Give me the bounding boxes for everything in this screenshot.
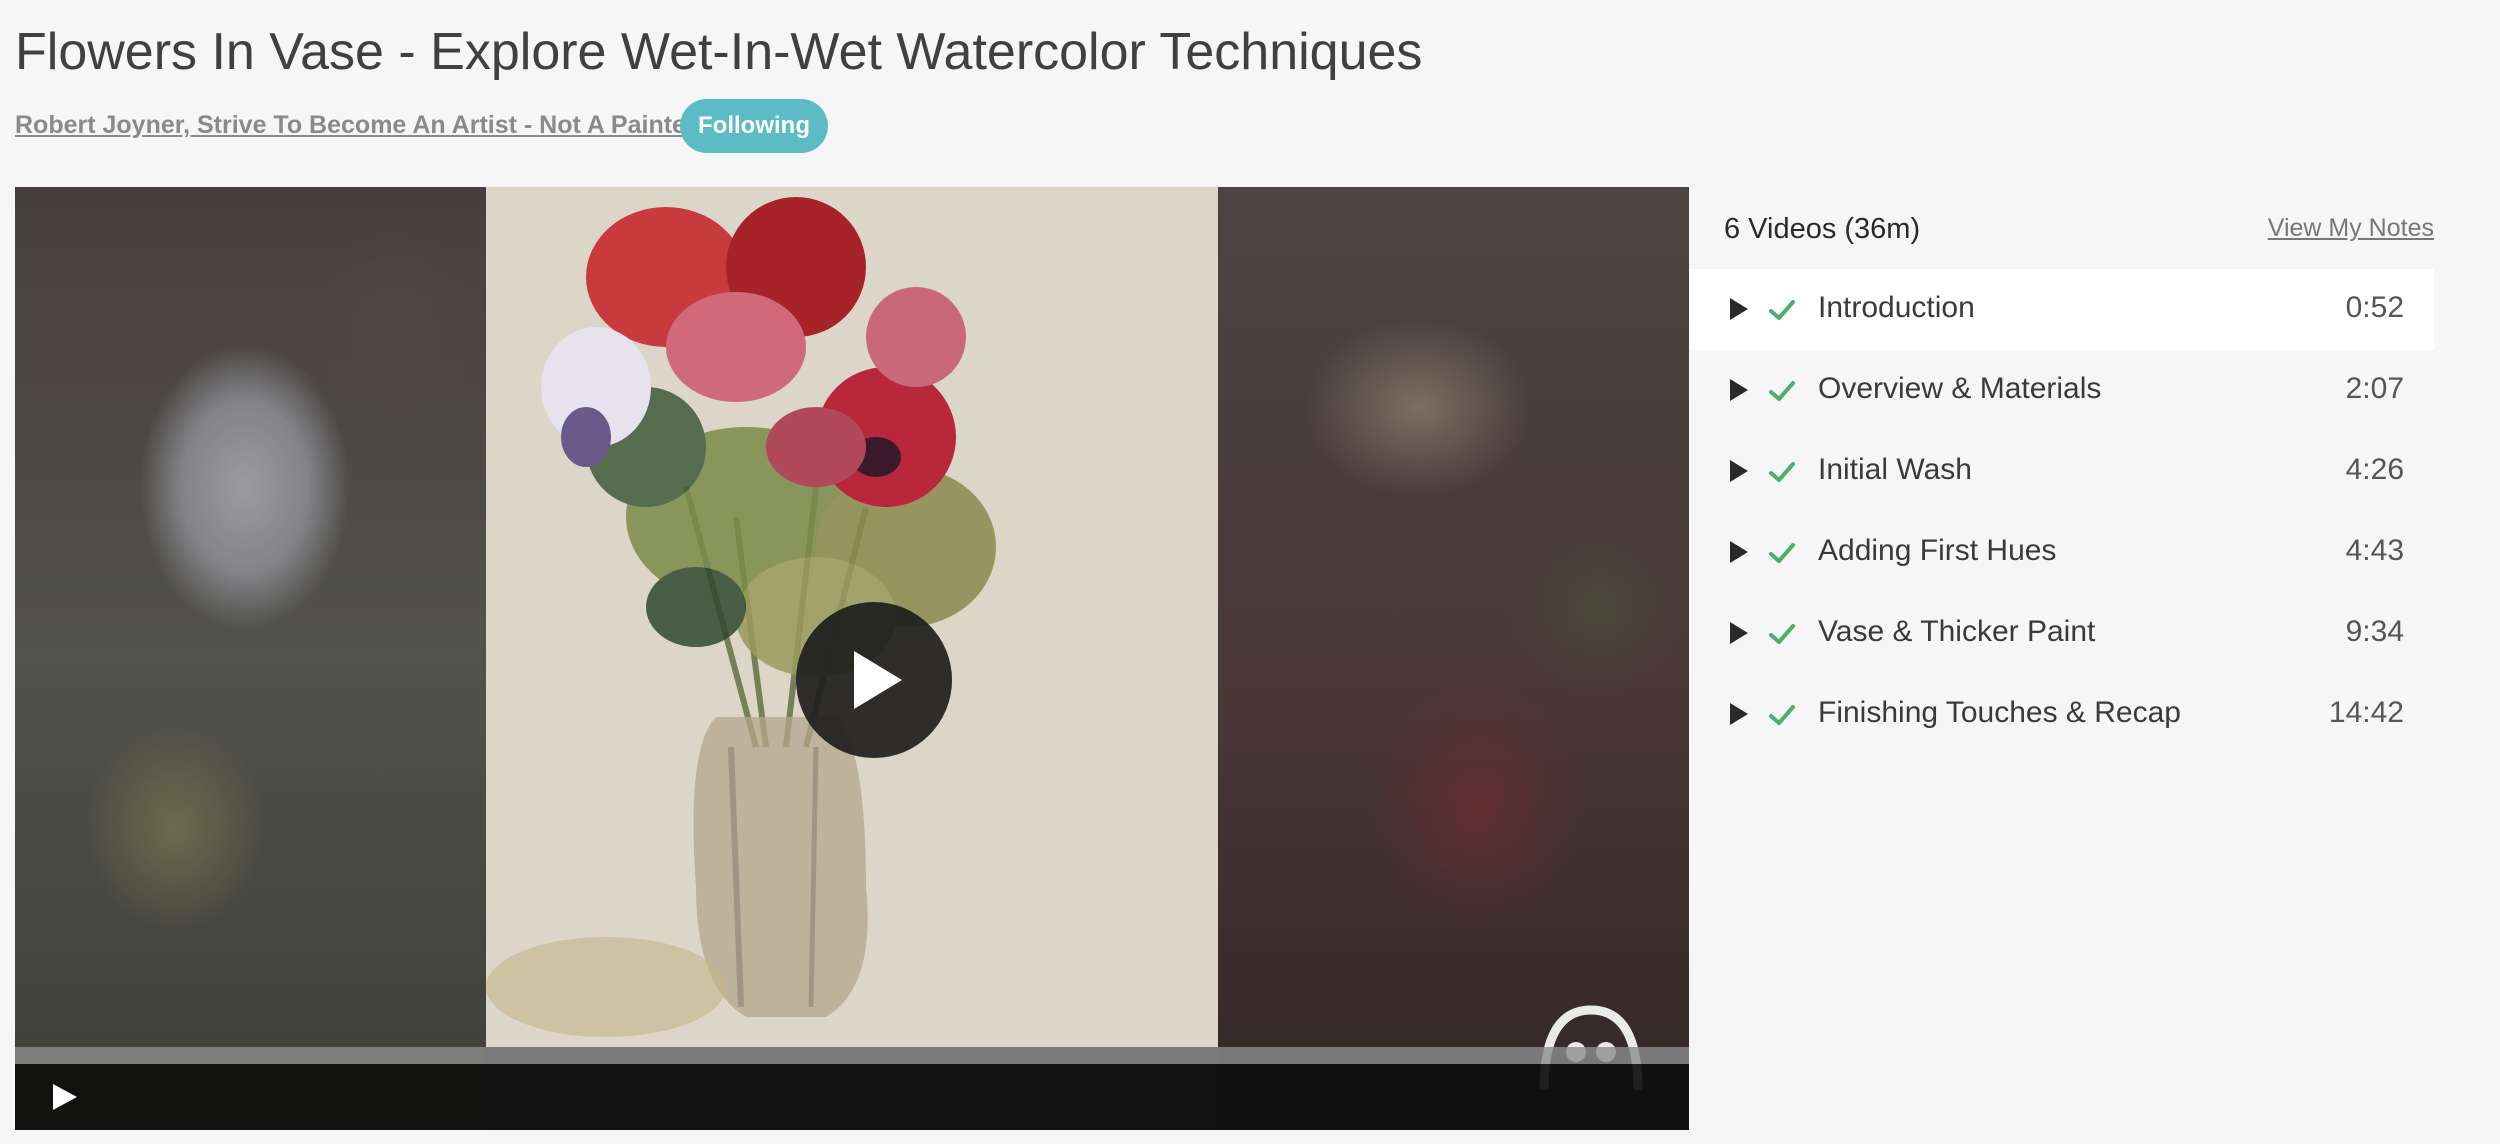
play-icon (1730, 379, 1748, 401)
lesson-duration: 4:26 (2345, 453, 2404, 486)
check-icon (1769, 624, 1795, 644)
lesson-item[interactable]: Finishing Touches & Recap 14:42 (1689, 674, 2434, 755)
sidebar-header: 6 Videos (36m) View My Notes (1689, 187, 2434, 269)
check-icon (1769, 705, 1795, 725)
video-blur-right (1218, 187, 1689, 1130)
play-icon (1730, 541, 1748, 563)
check-icon (1769, 300, 1795, 320)
lesson-sidebar: 6 Videos (36m) View My Notes Introductio… (1689, 187, 2434, 755)
lesson-item[interactable]: Overview & Materials 2:07 (1689, 350, 2434, 431)
big-play-button[interactable] (796, 602, 952, 758)
lesson-title: Vase & Thicker Paint (1818, 615, 2096, 648)
video-player[interactable] (15, 187, 1689, 1130)
lesson-duration: 9:34 (2345, 615, 2404, 648)
play-icon[interactable] (49, 1082, 79, 1112)
lesson-title: Adding First Hues (1818, 534, 2057, 567)
lesson-title: Initial Wash (1818, 453, 1972, 486)
lesson-duration: 14:42 (2328, 696, 2404, 729)
control-bar (15, 1064, 1689, 1130)
author-link[interactable]: Robert Joyner, Strive To Become An Artis… (15, 111, 696, 140)
check-icon (1769, 543, 1795, 563)
lesson-title: Finishing Touches & Recap (1818, 696, 2181, 729)
following-button[interactable]: Following (680, 99, 828, 153)
lesson-duration: 0:52 (2345, 291, 2404, 324)
check-icon (1769, 381, 1795, 401)
lesson-item[interactable]: Adding First Hues 4:43 (1689, 512, 2434, 593)
course-title: Flowers In Vase - Explore Wet-In-Wet Wat… (15, 23, 1423, 81)
lesson-item[interactable]: Initial Wash 4:26 (1689, 431, 2434, 512)
lesson-duration: 2:07 (2345, 372, 2404, 405)
play-icon (1730, 703, 1748, 725)
lesson-list: Introduction 0:52 Overview & Materials 2:07… (1689, 269, 2434, 755)
video-blur-left (15, 187, 486, 1130)
view-my-notes-link[interactable]: View My Notes (2268, 214, 2434, 243)
progress-bar[interactable] (15, 1047, 1689, 1064)
play-icon (1730, 622, 1748, 644)
play-icon (854, 651, 902, 709)
lesson-title: Introduction (1818, 291, 1975, 324)
lesson-item[interactable]: Introduction 0:52 (1689, 269, 2434, 350)
play-icon (1730, 298, 1748, 320)
lesson-title: Overview & Materials (1818, 372, 2102, 405)
play-icon (1730, 460, 1748, 482)
video-count: 6 Videos (36m) (1724, 213, 1921, 245)
lesson-duration: 4:43 (2345, 534, 2404, 567)
check-icon (1769, 462, 1795, 482)
lesson-item[interactable]: Vase & Thicker Paint 9:34 (1689, 593, 2434, 674)
